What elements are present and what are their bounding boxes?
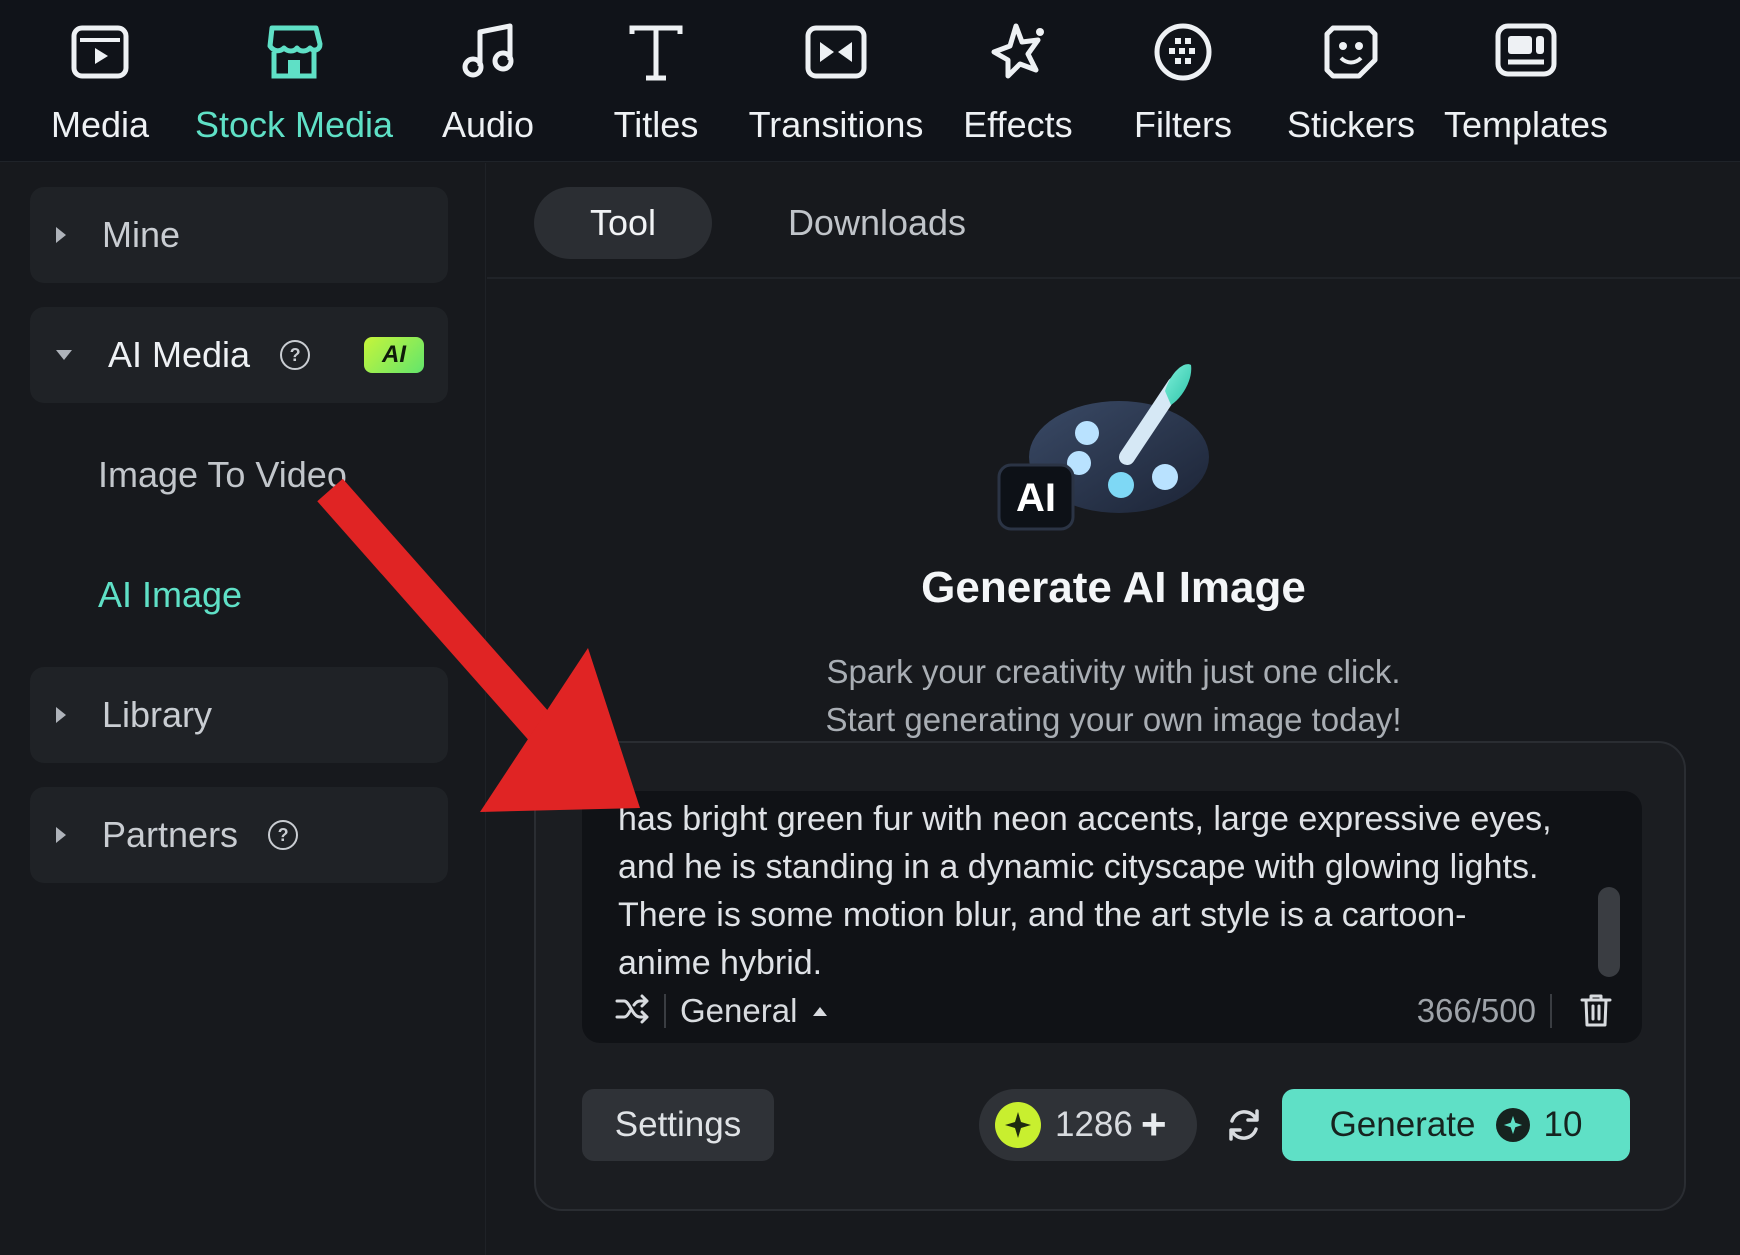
chevron-right-icon: [56, 707, 66, 723]
toolbar-label: Stickers: [1286, 104, 1416, 145]
hero-subtitle-line1: Spark your creativity with just one clic…: [826, 653, 1401, 690]
sidebar-group-label: Library: [102, 694, 213, 735]
shuffle-icon[interactable]: [614, 991, 650, 1032]
toolbar-effects[interactable]: Effects: [962, 18, 1074, 148]
sidebar-item-image-to-video[interactable]: Image To Video: [98, 454, 347, 496]
ai-palette-icon-badge: AI: [1016, 476, 1056, 520]
toolbar-label: Stock Media: [194, 104, 394, 145]
sticker-face-icon: [1315, 18, 1387, 86]
toolbar-label: Titles: [613, 104, 699, 145]
hero-subtitle-line2: Start generating your own image today!: [825, 701, 1402, 738]
credit-balance: 1286: [1055, 1105, 1133, 1144]
prompt-textarea[interactable]: has bright green fur with neon accents, …: [582, 791, 1642, 1043]
transition-icon: [800, 18, 872, 86]
chevron-right-icon: [56, 827, 66, 843]
sidebar-group-label: Mine: [102, 214, 181, 255]
toolbar-filters[interactable]: Filters: [1130, 18, 1236, 148]
credits-pill[interactable]: 1286 +: [979, 1089, 1197, 1161]
toolbar-label: Transitions: [748, 104, 924, 145]
prompt-panel: has bright green fur with neon accents, …: [534, 741, 1686, 1211]
toolbar-audio[interactable]: Audio: [438, 18, 538, 148]
sidebar-item-ai-image[interactable]: AI Image: [98, 574, 242, 616]
main-panel: Tool Downloads AI Generate AI Image Spar…: [487, 163, 1740, 1255]
credit-coin-icon: [1495, 1108, 1530, 1142]
media-icon: [64, 18, 136, 86]
add-credits-icon[interactable]: +: [1141, 1103, 1167, 1147]
settings-button[interactable]: Settings: [582, 1089, 774, 1161]
template-icon: [1490, 18, 1562, 86]
music-note-icon: [452, 18, 524, 86]
help-icon[interactable]: ?: [280, 340, 311, 370]
sidebar: Mine AI Media ? AI Image To Video AI Ima…: [6, 163, 486, 1255]
divider: [664, 994, 666, 1028]
sidebar-group-mine[interactable]: Mine: [30, 187, 448, 283]
filter-circle-icon: [1147, 18, 1219, 86]
ai-palette-icon: AI: [997, 364, 1209, 531]
character-counter: 366/500: [1416, 992, 1536, 1029]
help-icon[interactable]: ?: [268, 820, 299, 850]
toolbar-label: Media: [50, 104, 150, 145]
generate-label: Generate: [1329, 1105, 1476, 1144]
chevron-right-icon: [56, 227, 66, 243]
text-t-icon: [620, 18, 692, 86]
tab-tool[interactable]: Tool: [534, 187, 712, 259]
sidebar-group-library[interactable]: Library: [30, 667, 448, 763]
sidebar-group-label: Partners: [102, 814, 239, 855]
sparkle-star-icon: [982, 18, 1054, 86]
toolbar-label: Effects: [963, 104, 1073, 145]
caret-up-icon[interactable]: [813, 1006, 828, 1016]
prompt-footer: General 366/500: [614, 987, 1614, 1035]
top-toolbar: Media Stock Media Audio Titles Transitio…: [0, 0, 1740, 162]
toolbar-templates[interactable]: Templates: [1443, 18, 1609, 148]
tab-downloads[interactable]: Downloads: [777, 187, 977, 259]
tab-bar: Tool Downloads: [487, 163, 1740, 279]
chevron-down-icon: [56, 350, 72, 360]
hero-title: Generate AI Image: [921, 563, 1306, 612]
prompt-scrollbar[interactable]: [1598, 887, 1620, 977]
toolbar-titles[interactable]: Titles: [605, 18, 707, 148]
ai-badge: AI: [364, 337, 424, 373]
sidebar-group-label: AI Media: [108, 334, 251, 375]
toolbar-stock-media[interactable]: Stock Media: [194, 18, 394, 148]
trash-icon[interactable]: [1578, 991, 1614, 1034]
stock-media-icon: [258, 18, 330, 86]
toolbar-transitions[interactable]: Transitions: [748, 18, 924, 148]
generate-cost: 10: [1543, 1105, 1583, 1144]
sidebar-group-ai-media[interactable]: AI Media ? AI: [30, 307, 448, 403]
prompt-text[interactable]: has bright green fur with neon accents, …: [618, 795, 1558, 987]
generate-button[interactable]: Generate 10: [1282, 1089, 1630, 1161]
style-dropdown[interactable]: General: [680, 992, 797, 1030]
credit-coin-icon: [995, 1102, 1041, 1148]
sidebar-group-partners[interactable]: Partners ?: [30, 787, 448, 883]
refresh-icon[interactable]: [1224, 1105, 1264, 1150]
toolbar-label: Audio: [441, 104, 535, 145]
toolbar-label: Templates: [1443, 104, 1609, 145]
toolbar-stickers[interactable]: Stickers: [1286, 18, 1416, 148]
divider: [1550, 994, 1552, 1028]
toolbar-label: Filters: [1134, 104, 1232, 145]
toolbar-media[interactable]: Media: [46, 18, 154, 148]
